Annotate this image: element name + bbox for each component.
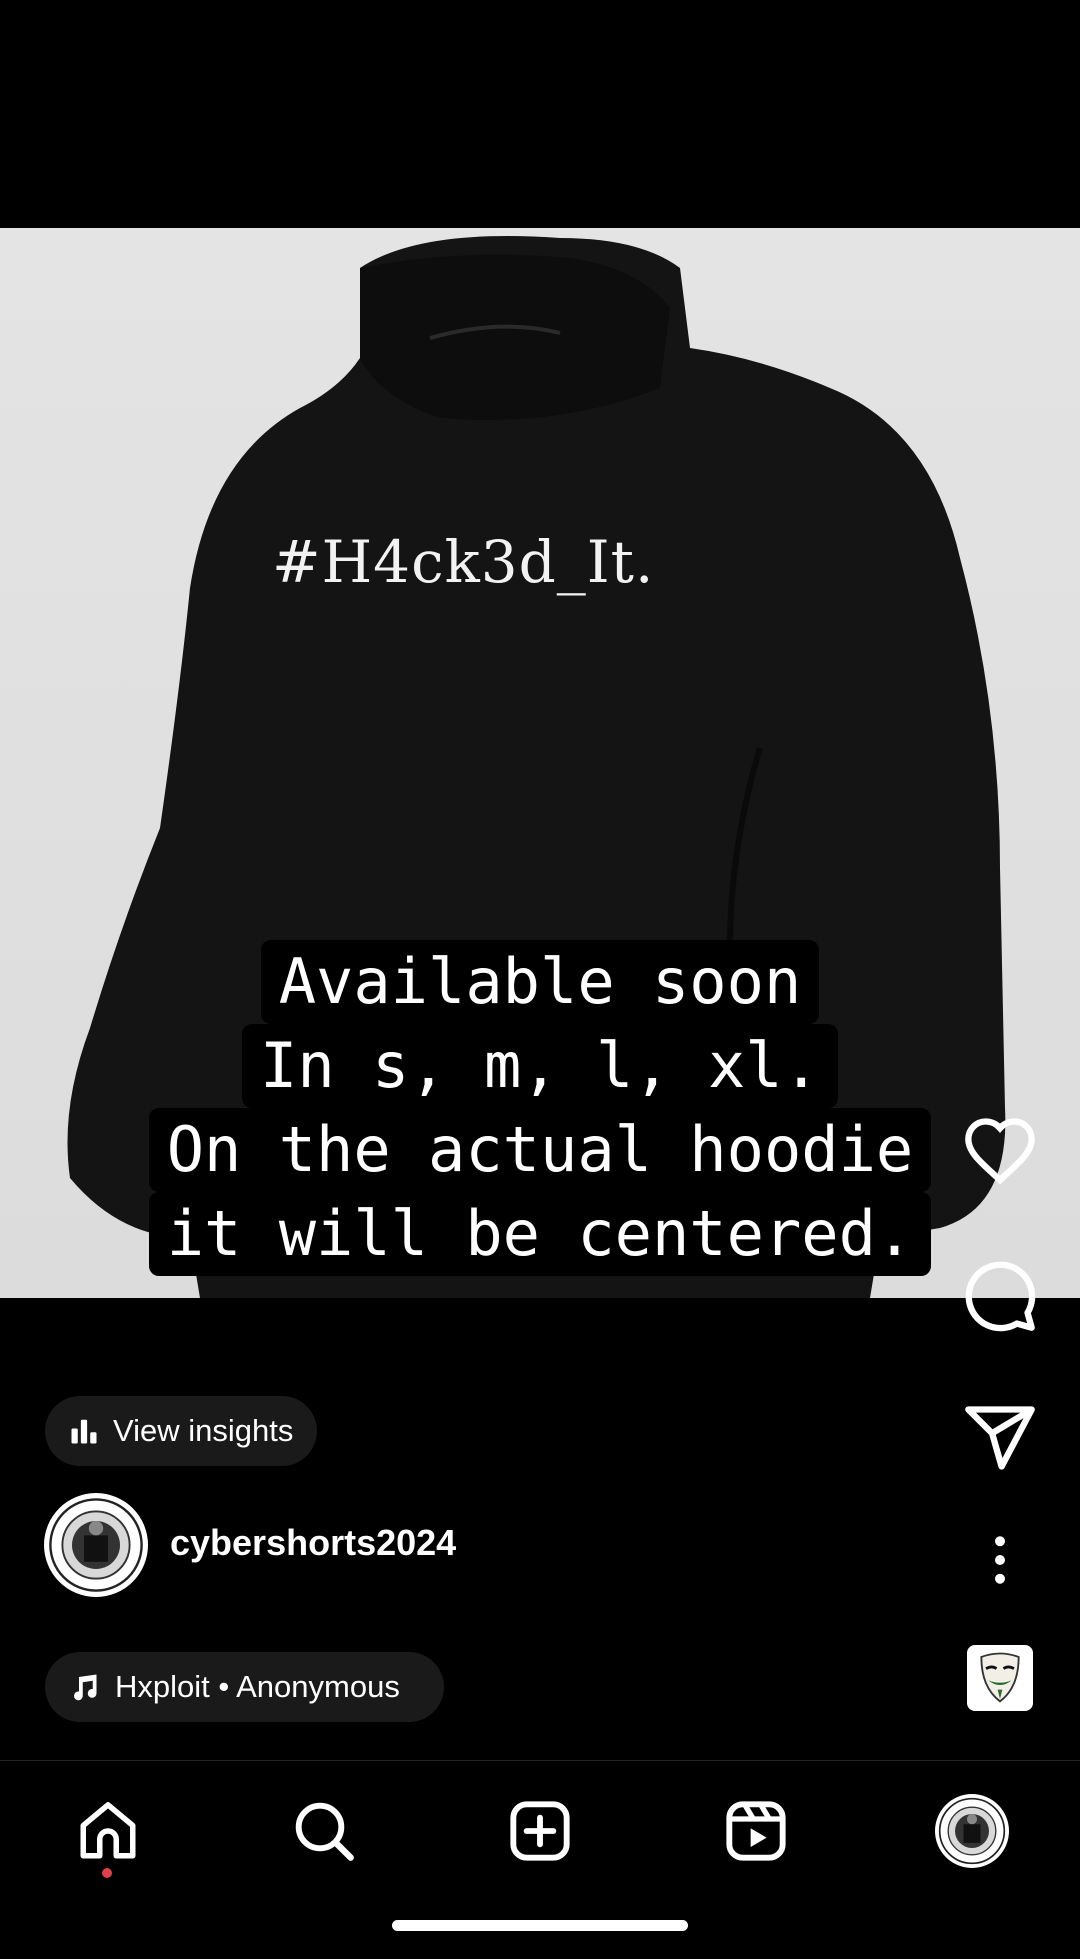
nav-profile[interactable]	[934, 1793, 1010, 1869]
audio-thumbnail-button[interactable]	[960, 1645, 1040, 1711]
nav-search[interactable]	[286, 1793, 362, 1869]
caption-line: Available soon	[260, 940, 820, 1024]
home-indicator	[392, 1920, 688, 1931]
audio-button[interactable]: Hxploit • Anonymous	[45, 1652, 444, 1722]
nav-home[interactable]	[70, 1793, 146, 1869]
heart-icon	[965, 1118, 1035, 1185]
bottom-navigation	[0, 1760, 1080, 1901]
more-icon	[995, 1536, 1005, 1584]
hoodie-print-text: #H4ck3d_It.	[272, 528, 655, 596]
comment-icon	[965, 1261, 1036, 1332]
caption-line: In s, m, l, xl.	[242, 1024, 838, 1108]
caption-line: On the actual hoodie	[148, 1108, 932, 1192]
send-icon	[965, 1406, 1035, 1470]
more-options-button[interactable]	[960, 1535, 1040, 1585]
share-button[interactable]	[960, 1403, 1040, 1473]
author-avatar[interactable]	[44, 1493, 148, 1597]
caption-overlay: Available soon In s, m, l, xl. On the ac…	[0, 940, 1080, 1276]
audio-label: Hxploit • Anonymous	[115, 1669, 400, 1704]
create-icon	[510, 1801, 570, 1861]
mask-icon	[980, 1652, 1020, 1703]
like-button[interactable]	[960, 1115, 1040, 1185]
bar-chart-icon	[71, 1419, 97, 1444]
notification-dot	[102, 1868, 112, 1878]
view-insights-label: View insights	[113, 1413, 294, 1448]
nav-create[interactable]	[502, 1793, 578, 1869]
nav-reels[interactable]	[718, 1793, 794, 1869]
avatar-emblem-icon	[49, 1498, 143, 1592]
caption-line: it will be centered.	[148, 1192, 932, 1276]
home-icon	[80, 1802, 136, 1859]
author-username[interactable]: cybershorts2024	[170, 1522, 456, 1564]
profile-avatar	[935, 1794, 1009, 1868]
comment-button[interactable]	[960, 1258, 1040, 1334]
music-note-icon	[74, 1674, 97, 1701]
reels-icon	[726, 1801, 786, 1861]
profile-icon	[938, 1797, 1006, 1865]
search-icon	[295, 1802, 354, 1861]
view-insights-button[interactable]: View insights	[45, 1396, 318, 1466]
audio-thumbnail	[967, 1645, 1033, 1711]
